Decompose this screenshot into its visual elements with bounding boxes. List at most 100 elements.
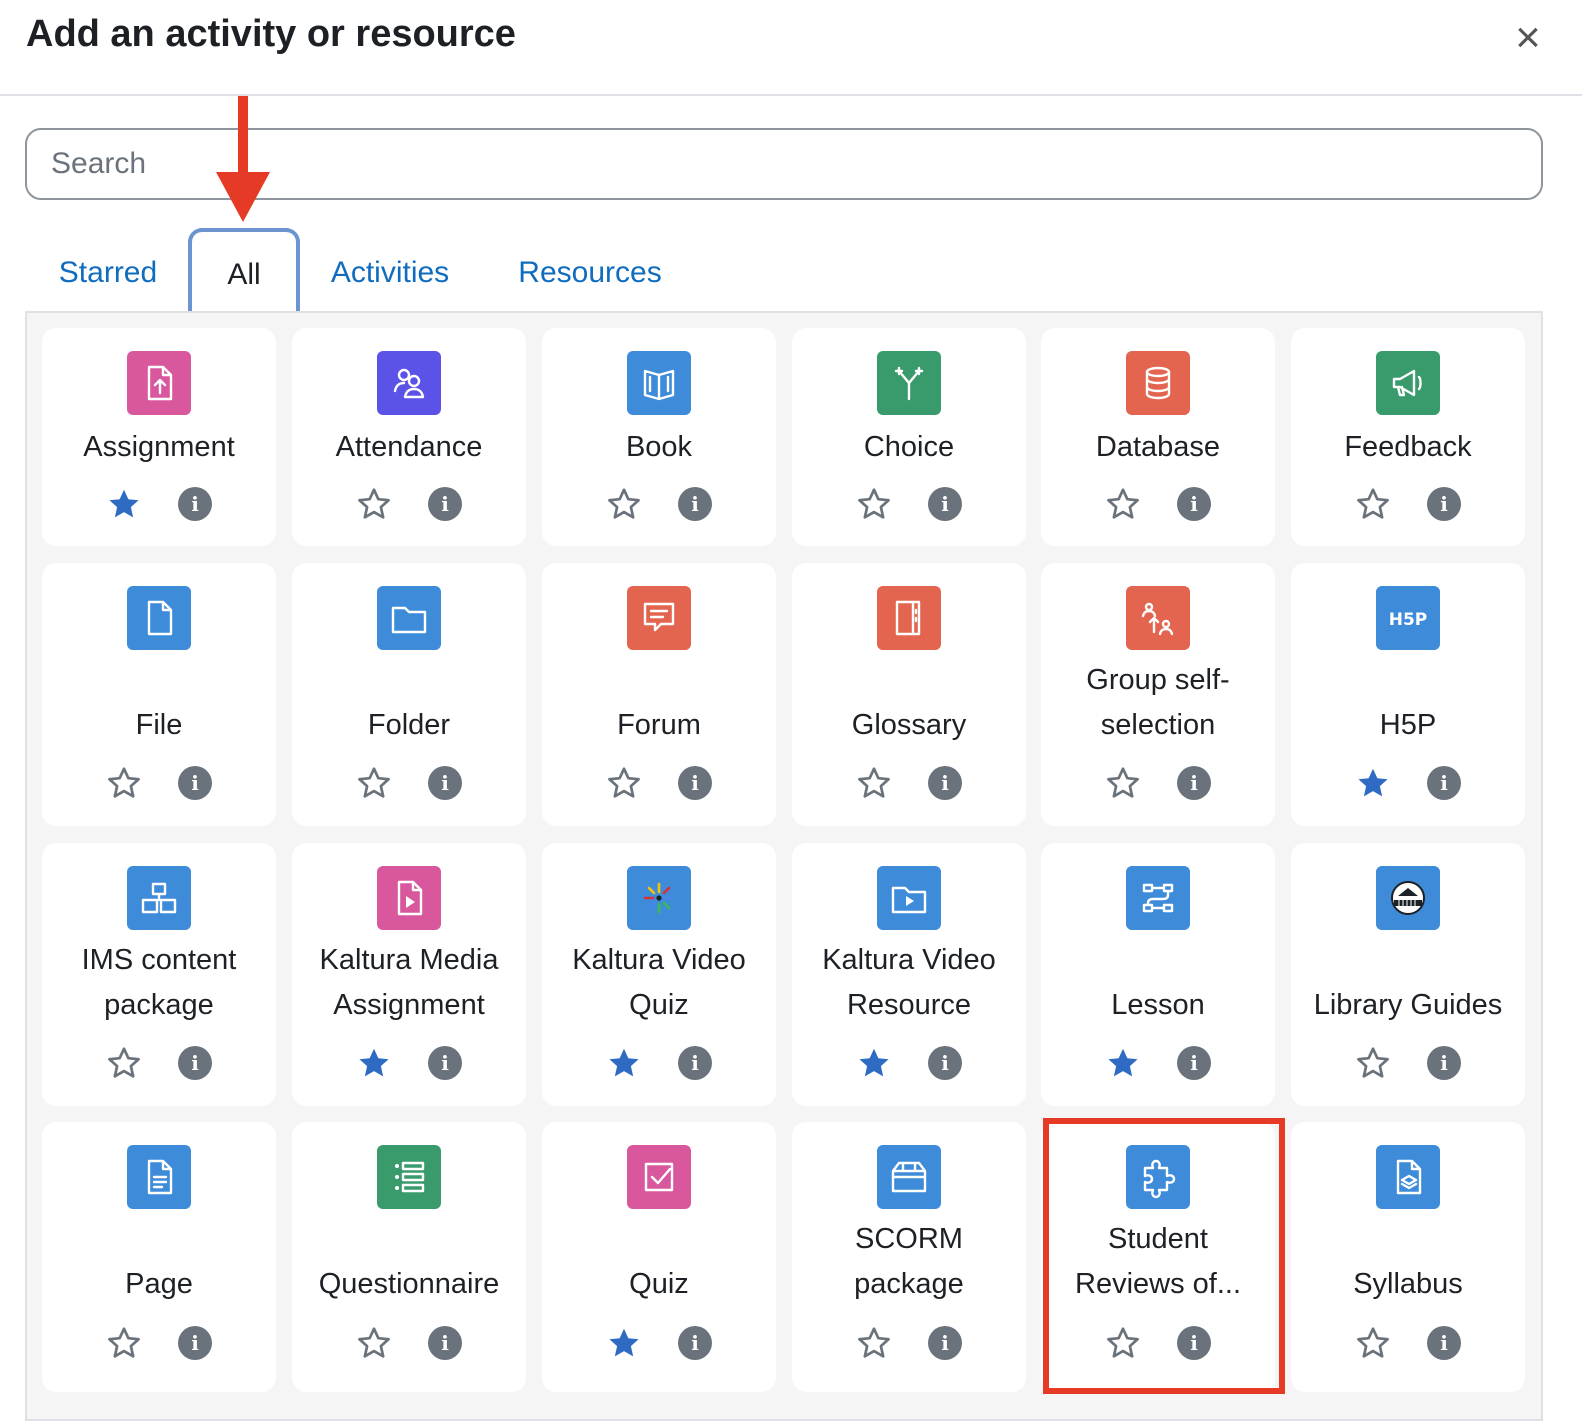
info-icon[interactable]: i — [1427, 487, 1461, 521]
activity-card[interactable]: Forum i — [542, 563, 776, 826]
activity-card[interactable]: IMS content package i — [42, 843, 276, 1106]
feedback-icon — [1376, 351, 1440, 415]
star-outline-icon[interactable] — [106, 1045, 142, 1081]
info-icon[interactable]: i — [1427, 1046, 1461, 1080]
info-icon[interactable]: i — [178, 1326, 212, 1360]
info-icon[interactable]: i — [928, 487, 962, 521]
activity-card[interactable]: Feedback i — [1291, 328, 1525, 546]
star-outline-icon[interactable] — [356, 765, 392, 801]
activity-name: Feedback — [1344, 431, 1472, 463]
info-icon[interactable]: i — [178, 1046, 212, 1080]
star-outline-icon[interactable] — [856, 1325, 892, 1361]
info-icon[interactable]: i — [178, 766, 212, 800]
choice-icon — [877, 351, 941, 415]
tab-all[interactable]: All — [188, 228, 300, 312]
info-icon[interactable]: i — [1427, 1326, 1461, 1360]
star-outline-icon[interactable] — [856, 486, 892, 522]
activity-card[interactable]: Page i — [42, 1122, 276, 1392]
info-icon[interactable]: i — [1427, 766, 1461, 800]
star-filled-icon[interactable] — [356, 1045, 392, 1081]
star-filled-icon[interactable] — [1105, 1045, 1141, 1081]
star-outline-icon[interactable] — [1105, 1325, 1141, 1361]
activity-card[interactable]: Kaltura Video Quiz i — [542, 843, 776, 1106]
activity-card[interactable]: SCORM package i — [792, 1122, 1026, 1392]
activity-card[interactable]: Group self-selection i — [1041, 563, 1275, 826]
activity-name: Library Guides — [1313, 989, 1503, 1021]
info-icon[interactable]: i — [928, 1326, 962, 1360]
activity-card[interactable]: Book i — [542, 328, 776, 546]
assignment-icon — [127, 351, 191, 415]
star-filled-icon[interactable] — [1355, 765, 1391, 801]
info-icon[interactable]: i — [1177, 766, 1211, 800]
activity-name: File — [135, 709, 183, 741]
activity-card[interactable]: Quiz i — [542, 1122, 776, 1392]
activity-card[interactable]: Choice i — [792, 328, 1026, 546]
folder-icon — [377, 586, 441, 650]
star-outline-icon[interactable] — [106, 1325, 142, 1361]
h5p-icon: H5P — [1376, 586, 1440, 650]
close-icon[interactable]: × — [1508, 16, 1548, 60]
activity-card[interactable]: Glossary i — [792, 563, 1026, 826]
tab-resources[interactable]: Resources — [507, 228, 673, 312]
info-icon[interactable]: i — [678, 1046, 712, 1080]
star-outline-icon[interactable] — [1355, 486, 1391, 522]
activity-name: Questionnaire — [318, 1268, 500, 1300]
activity-name: Quiz — [629, 1268, 689, 1300]
star-filled-icon[interactable] — [606, 1325, 642, 1361]
activity-card[interactable]: Questionnaire i — [292, 1122, 526, 1392]
star-outline-icon[interactable] — [1355, 1325, 1391, 1361]
kaltura-media-icon — [377, 866, 441, 930]
activity-card[interactable]: Kaltura Video Resource i — [792, 843, 1026, 1106]
info-icon[interactable]: i — [678, 487, 712, 521]
info-icon[interactable]: i — [678, 766, 712, 800]
star-outline-icon[interactable] — [606, 765, 642, 801]
info-icon[interactable]: i — [428, 766, 462, 800]
scorm-icon — [877, 1145, 941, 1209]
star-outline-icon[interactable] — [356, 1325, 392, 1361]
activity-card[interactable]: Attendance i — [292, 328, 526, 546]
info-icon[interactable]: i — [178, 487, 212, 521]
star-outline-icon[interactable] — [356, 486, 392, 522]
kaltura-quiz-icon — [627, 866, 691, 930]
star-outline-icon[interactable] — [1355, 1045, 1391, 1081]
dialog-title: Add an activity or resource — [26, 13, 516, 55]
activity-card[interactable]: Database i — [1041, 328, 1275, 546]
page-icon — [127, 1145, 191, 1209]
activity-card[interactable]: H5P H5P i — [1291, 563, 1525, 826]
info-icon[interactable]: i — [928, 1046, 962, 1080]
star-outline-icon[interactable] — [856, 765, 892, 801]
svg-text:H5P: H5P — [1389, 610, 1428, 630]
activity-card[interactable]: Student Reviews of... i — [1041, 1122, 1275, 1392]
info-icon[interactable]: i — [428, 1046, 462, 1080]
activity-name: H5P — [1379, 709, 1437, 741]
glossary-icon — [877, 586, 941, 650]
info-icon[interactable]: i — [1177, 487, 1211, 521]
activity-card[interactable]: Folder i — [292, 563, 526, 826]
activity-card[interactable]: File i — [42, 563, 276, 826]
star-outline-icon[interactable] — [106, 765, 142, 801]
info-icon[interactable]: i — [428, 1326, 462, 1360]
star-outline-icon[interactable] — [1105, 765, 1141, 801]
star-filled-icon[interactable] — [606, 1045, 642, 1081]
activity-name: Kaltura Video Quiz — [572, 944, 746, 1021]
tab-starred[interactable]: Starred — [25, 228, 191, 312]
activity-card[interactable]: Kaltura Media Assignment i — [292, 843, 526, 1106]
tab-activities[interactable]: Activities — [315, 228, 465, 312]
activity-card[interactable]: Syllabus i — [1291, 1122, 1525, 1392]
activity-card[interactable]: Lesson i — [1041, 843, 1275, 1106]
info-icon[interactable]: i — [928, 766, 962, 800]
activity-name: Database — [1095, 431, 1221, 463]
info-icon[interactable]: i — [428, 487, 462, 521]
activity-name: IMS content package — [81, 944, 237, 1021]
info-icon[interactable]: i — [1177, 1046, 1211, 1080]
database-icon — [1126, 351, 1190, 415]
activity-card[interactable]: Library Guides i — [1291, 843, 1525, 1106]
star-filled-icon[interactable] — [106, 486, 142, 522]
star-outline-icon[interactable] — [1105, 486, 1141, 522]
star-outline-icon[interactable] — [606, 486, 642, 522]
star-filled-icon[interactable] — [856, 1045, 892, 1081]
activity-card[interactable]: Assignment i — [42, 328, 276, 546]
info-icon[interactable]: i — [678, 1326, 712, 1360]
info-icon[interactable]: i — [1177, 1326, 1211, 1360]
activity-name: Syllabus — [1353, 1268, 1463, 1300]
